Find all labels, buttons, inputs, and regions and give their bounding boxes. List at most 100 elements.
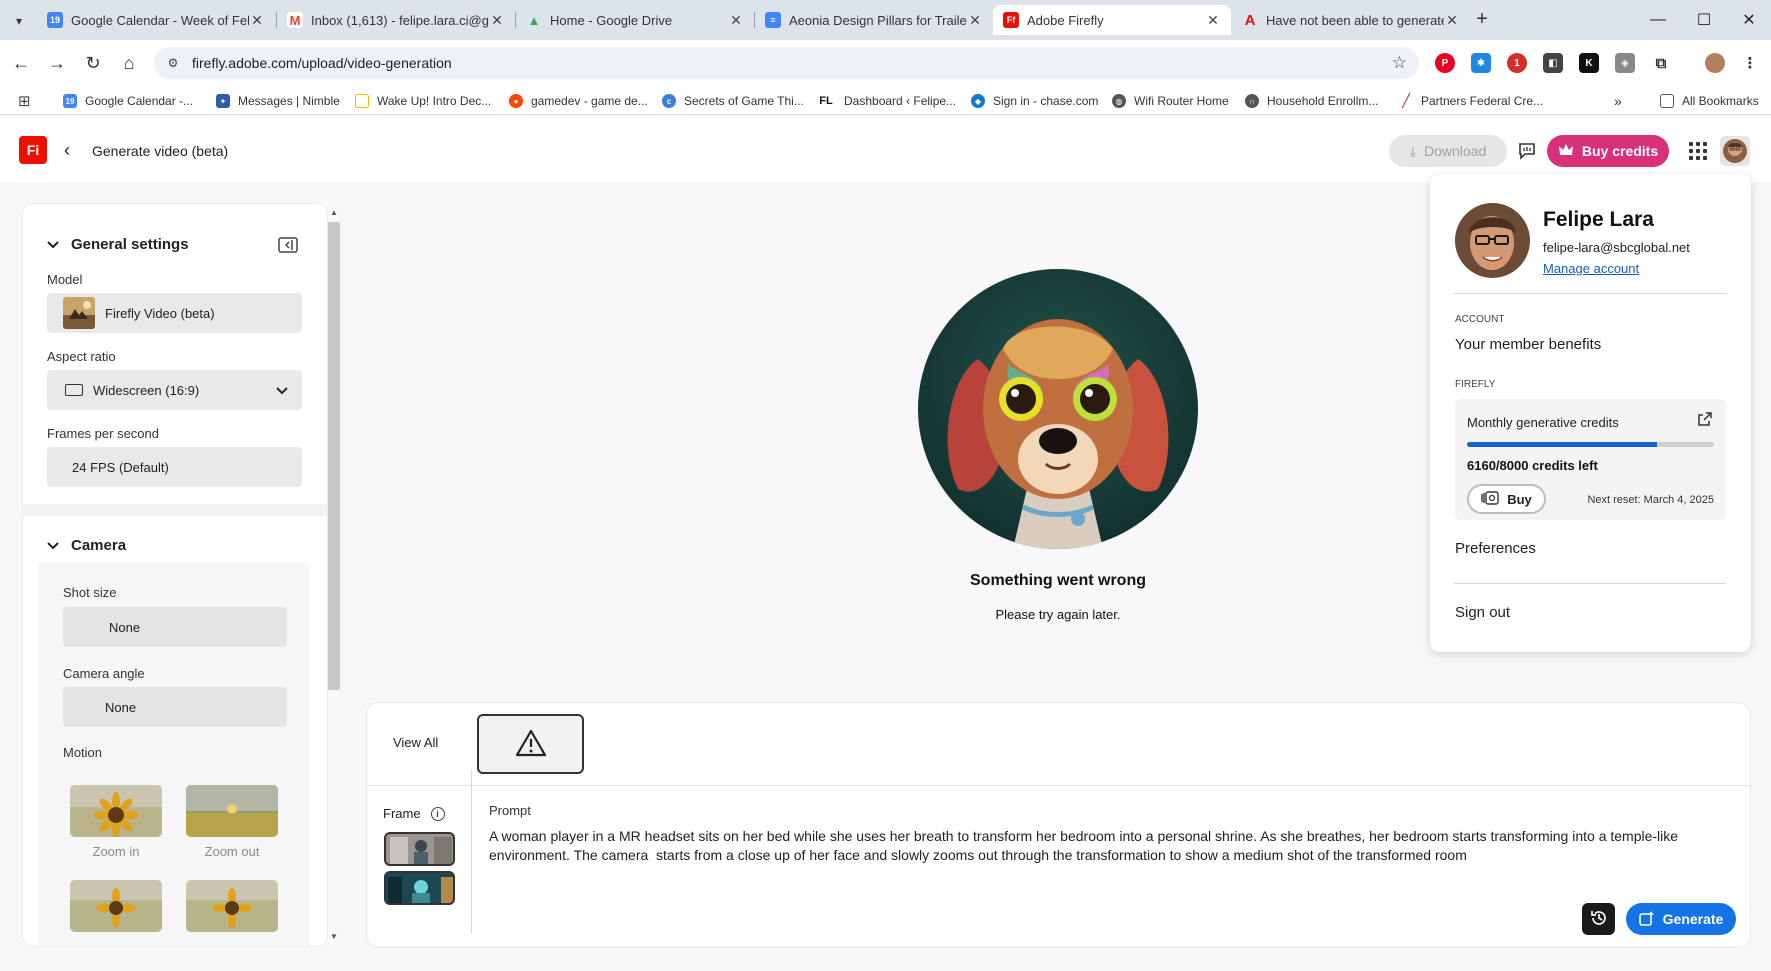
bookmark-dashboard[interactable]: FL Dashboard ‹ Felipe... [816, 91, 956, 111]
warning-icon [515, 729, 547, 760]
bookmark-gamedev[interactable]: ● gamedev - game de... [509, 91, 648, 111]
account-heading: ACCOUNT [1455, 314, 1505, 325]
fl-icon: FL [819, 95, 833, 107]
bookmark-nimble[interactable]: ✦ Messages | Nimble [216, 91, 340, 111]
extension-icon[interactable]: K [1579, 53, 1599, 73]
docs-icon: ≡ [765, 12, 781, 28]
address-bar[interactable]: ⚙ firefly.adobe.com/upload/video-generat… [154, 47, 1419, 79]
general-settings-header[interactable]: General settings [47, 236, 189, 253]
url-text[interactable]: firefly.adobe.com/upload/video-generatio… [192, 55, 1392, 71]
firefly-logo-icon[interactable]: Fi [19, 136, 47, 164]
close-tab-icon[interactable]: ✕ [489, 12, 505, 29]
scroll-down-arrow-icon[interactable]: ▼ [330, 932, 338, 941]
tab-google-calendar[interactable]: 19 Google Calendar - Week of Feb ✕ [37, 5, 275, 35]
extension-icon[interactable]: ◈ [1615, 53, 1635, 73]
member-benefits-link[interactable]: Your member benefits [1455, 336, 1601, 353]
history-button[interactable] [1582, 903, 1615, 935]
end-frame-thumbnail[interactable] [384, 871, 455, 905]
motion-zoom-out-thumbnail[interactable] [186, 785, 278, 837]
scroll-up-arrow-icon[interactable]: ▲ [330, 208, 338, 217]
close-tab-icon[interactable]: ✕ [967, 12, 983, 29]
close-tab-icon[interactable]: ✕ [1205, 12, 1221, 29]
buy-credits-small-button[interactable]: Buy [1467, 484, 1546, 514]
tab-gmail-inbox[interactable]: M Inbox (1,613) - felipe.lara.ci@gmail.c… [277, 5, 515, 35]
back-chevron-icon[interactable]: ‹ [64, 140, 70, 161]
settings-scrollbar-thumb[interactable] [328, 222, 340, 690]
generate-button[interactable]: Generate [1626, 903, 1736, 935]
forward-arrow-icon[interactable]: → [44, 50, 70, 76]
tab-search-chevron-icon[interactable]: ▾ [8, 10, 30, 32]
motion-option-thumbnail[interactable] [186, 880, 278, 932]
shot-size-selector[interactable]: None [63, 607, 287, 647]
back-arrow-icon[interactable]: ← [8, 50, 34, 76]
chevron-down-icon [276, 383, 288, 398]
tab-google-drive[interactable]: ▲ Home - Google Drive ✕ [516, 5, 754, 35]
start-frame-thumbnail[interactable] [384, 832, 455, 866]
maximize-icon[interactable]: ☐ [1682, 6, 1726, 34]
bookmark-secrets-game[interactable]: c Secrets of Game Thi... [662, 91, 804, 111]
bookmark-google-calendar[interactable]: 19 Google Calendar -... [63, 91, 193, 111]
fps-selector[interactable]: 24 FPS (Default) [47, 447, 302, 487]
prompt-textarea[interactable]: A woman player in a MR headset sits on h… [489, 827, 1739, 865]
close-tab-icon[interactable]: ✕ [1444, 12, 1460, 29]
buy-credits-button[interactable]: Buy credits [1547, 135, 1669, 167]
info-icon[interactable]: i [430, 806, 445, 821]
account-name: Felipe Lara [1543, 208, 1654, 231]
feedback-comment-icon[interactable] [1516, 140, 1538, 162]
pinterest-icon[interactable]: P [1435, 53, 1455, 73]
camera-header[interactable]: Camera [47, 537, 126, 554]
bookmark-wifi-router[interactable]: ◍ Wifi Router Home [1112, 91, 1229, 111]
settings-panel: General settings Model Firefly Video (be… [23, 204, 327, 946]
tab-google-docs[interactable]: ≡ Aeonia Design Pillars for Trailer ✕ [755, 5, 993, 35]
bookmark-household[interactable]: ∩ Household Enrollm... [1245, 91, 1378, 111]
aspect-ratio-dropdown[interactable]: Widescreen (16:9) [47, 370, 302, 410]
window-close-icon[interactable]: ✕ [1727, 6, 1771, 34]
extension-icon[interactable]: ✱ [1471, 53, 1491, 73]
preferences-link[interactable]: Preferences [1455, 540, 1536, 557]
new-tab-plus-icon[interactable]: + [1470, 8, 1494, 32]
motion-option-thumbnail[interactable] [70, 880, 162, 932]
camera-angle-selector[interactable]: None [63, 687, 287, 727]
bookmark-partners-federal[interactable]: ╱ Partners Federal Cre... [1399, 91, 1543, 111]
view-all-link[interactable]: View All [393, 735, 438, 750]
account-email: felipe-lara@sbcglobal.net [1543, 240, 1690, 255]
model-selector[interactable]: Firefly Video (beta) [47, 293, 302, 333]
reload-icon[interactable]: ↻ [80, 50, 106, 76]
browser-menu-icon[interactable]: ⋮ [1740, 53, 1760, 73]
tab-adobe-firefly[interactable]: Ff Adobe Firefly ✕ [993, 5, 1231, 35]
avatar [1723, 139, 1747, 163]
panel-collapse-icon[interactable] [278, 236, 298, 254]
account-avatar-button[interactable] [1720, 136, 1750, 166]
extension-badge-icon[interactable]: 1 [1507, 53, 1527, 73]
download-button[interactable]: ⤓ Download [1389, 135, 1507, 167]
model-label: Model [47, 272, 83, 287]
extensions-puzzle-icon[interactable]: ⧉ [1651, 53, 1671, 73]
motion-zoom-in-thumbnail[interactable] [70, 785, 162, 837]
frame-label: Frame i [383, 806, 445, 821]
apps-grid-icon[interactable] [1687, 140, 1709, 162]
extension-icon[interactable]: ◧ [1543, 53, 1563, 73]
close-tab-icon[interactable]: ✕ [728, 12, 744, 29]
tab-adobe-community[interactable]: A Have not been able to generate ✕ [1232, 5, 1470, 35]
bookmark-star-icon[interactable]: ☆ [1392, 53, 1407, 73]
home-icon[interactable]: ⌂ [116, 50, 142, 76]
motion-option-label: Zoom in [92, 844, 140, 859]
site-info-icon[interactable]: ⚙ [164, 54, 182, 72]
apps-grid-icon[interactable]: ⊞ [18, 91, 31, 111]
next-reset-date: Next reset: March 4, 2025 [1587, 494, 1714, 506]
error-illustration-dog [918, 269, 1198, 549]
all-bookmarks[interactable]: All Bookmarks [1660, 91, 1759, 111]
more-bookmarks-chevron-icon[interactable]: » [1614, 91, 1622, 111]
sign-out-link[interactable]: Sign out [1455, 604, 1510, 621]
adobe-icon: A [1244, 11, 1256, 29]
close-tab-icon[interactable]: ✕ [249, 12, 265, 29]
chase-icon: ◆ [971, 94, 985, 108]
bookmark-chase[interactable]: ◆ Sign in - chase.com [971, 91, 1098, 111]
external-link-icon[interactable] [1697, 411, 1713, 427]
bookmark-wake-up-folder[interactable]: Wake Up! Intro Dec... [355, 91, 491, 111]
profile-avatar-icon[interactable] [1705, 53, 1725, 73]
folder-icon [1660, 94, 1674, 108]
minimize-icon[interactable]: — [1636, 6, 1680, 34]
manage-account-link[interactable]: Manage account [1543, 261, 1639, 276]
failed-generation-thumbnail[interactable] [477, 714, 584, 774]
